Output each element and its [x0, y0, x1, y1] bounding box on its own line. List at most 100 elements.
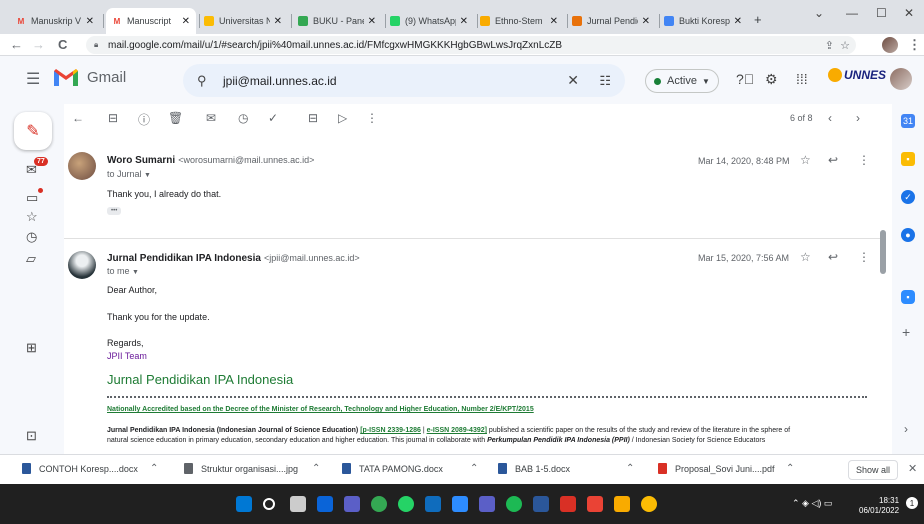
more-options-icon[interactable]: ⋮	[366, 111, 378, 125]
teams-chat-icon[interactable]	[344, 496, 360, 512]
search-options-icon[interactable]: ☷	[599, 73, 611, 89]
download-item[interactable]: Struktur organisasi....jpg	[184, 463, 298, 474]
main-menu-icon[interactable]: ☰	[26, 69, 40, 89]
snoozed-icon[interactable]: ◷	[26, 229, 37, 245]
spotify-icon[interactable]	[506, 496, 522, 512]
minimize-icon[interactable]: —	[846, 6, 858, 20]
download-options-chevron-icon[interactable]: ⌃	[312, 463, 320, 474]
zoom-app-icon[interactable]	[452, 496, 468, 512]
close-tab-icon[interactable]: ✕	[642, 16, 650, 27]
clear-search-icon[interactable]: ✕	[567, 72, 579, 89]
org-logo[interactable]: UNNES	[828, 68, 886, 82]
move-to-icon[interactable]: ⊟	[308, 111, 318, 125]
message-more-icon[interactable]: ⋮	[858, 250, 870, 264]
older-icon[interactable]: ›	[856, 111, 860, 125]
download-item[interactable]: TATA PAMONG.docx	[342, 463, 443, 474]
task-view-icon[interactable]	[290, 496, 306, 512]
browser-tab[interactable]: Jurnal Pendidi ✕	[566, 8, 656, 34]
close-tab-icon[interactable]: ✕	[734, 16, 742, 27]
address-bar[interactable]: 🔒︎ mail.google.com/mail/u/1/#search/jpii…	[86, 36, 856, 54]
reload-icon[interactable]: C	[58, 37, 67, 52]
sender-avatar[interactable]	[68, 152, 96, 180]
compose-button[interactable]: ✎	[14, 112, 52, 150]
meet-icon[interactable]: ⊡	[26, 428, 37, 444]
accreditation-link[interactable]: Nationally Accredited based on the Decre…	[107, 406, 534, 413]
close-downloads-icon[interactable]: ✕	[908, 462, 917, 475]
download-item[interactable]: CONTOH Koresp....docx	[22, 463, 138, 474]
download-options-chevron-icon[interactable]: ⌃	[626, 463, 634, 474]
browser-tab[interactable]: BUKU - Pane ✕	[292, 8, 382, 34]
details-chevron-icon[interactable]: ▼	[144, 172, 151, 179]
account-avatar[interactable]	[890, 68, 912, 90]
scrollbar-thumb[interactable]	[880, 230, 886, 274]
expand-panel-icon[interactable]: ›	[904, 422, 908, 436]
report-spam-icon[interactable]: ⓘ	[138, 111, 150, 128]
close-tab-icon[interactable]: ✕	[368, 16, 376, 27]
mark-unread-icon[interactable]: ✉	[206, 111, 216, 125]
search-input[interactable]: jpii@mail.unnes.ac.id	[223, 74, 337, 88]
download-item[interactable]: BAB 1-5.docx	[498, 463, 570, 474]
starred-icon[interactable]: ☆	[26, 209, 38, 225]
maximize-icon[interactable]: ☐	[876, 6, 887, 20]
tasks-icon[interactable]: ✓	[901, 190, 915, 204]
search-bar[interactable]: ⚲ jpii@mail.unnes.ac.id ✕ ☷	[183, 64, 625, 97]
close-tab-icon[interactable]: ✕	[460, 16, 468, 27]
settings-icon[interactable]: ⚙	[765, 71, 778, 88]
chrome-profile-icon[interactable]	[587, 496, 603, 512]
close-window-icon[interactable]: ✕	[904, 6, 914, 20]
bookmark-star-icon[interactable]: ☆	[840, 39, 850, 52]
browser-tab[interactable]: Bukti Koresp ✕	[658, 8, 748, 34]
support-icon[interactable]: ?⃝	[736, 71, 754, 87]
sender-avatar[interactable]	[68, 251, 96, 279]
back-icon[interactable]: ←	[10, 37, 23, 52]
word-icon[interactable]	[533, 496, 549, 512]
reply-icon[interactable]: ↩	[828, 153, 838, 167]
more-apps-icon[interactable]: ⊞	[26, 340, 37, 356]
eissn-link[interactable]: e-ISSN 2089-4392]	[427, 427, 487, 434]
browser-tab[interactable]: (9) WhatsApp ✕	[384, 8, 474, 34]
show-all-button[interactable]: Show all	[848, 460, 898, 480]
browser-menu-icon[interactable]: ⋮	[908, 37, 921, 53]
file-explorer-icon[interactable]	[614, 496, 630, 512]
teams-icon[interactable]	[479, 496, 495, 512]
pissn-link[interactable]: [p-ISSN 2339-1286	[360, 427, 421, 434]
start-icon[interactable]	[236, 496, 252, 512]
zoom-icon[interactable]: ▪	[901, 290, 915, 304]
gmail-logo[interactable]: Gmail	[54, 68, 126, 86]
download-options-chevron-icon[interactable]: ⌃	[470, 463, 478, 474]
star-icon[interactable]: ☆	[800, 250, 811, 264]
notification-badge-icon[interactable]: 1	[906, 497, 918, 509]
apps-grid-icon[interactable]: ⁞⁞⁞	[796, 71, 808, 87]
contacts-icon[interactable]: ●	[901, 228, 915, 242]
details-chevron-icon[interactable]: ▼	[132, 269, 139, 276]
status-selector[interactable]: Active ▼	[645, 69, 719, 93]
acrobat-icon[interactable]	[560, 496, 576, 512]
download-item[interactable]: Proposal_Sovi Juni....pdf	[658, 463, 775, 474]
tab-search-icon[interactable]: ⌄	[814, 6, 824, 20]
widgets-icon[interactable]	[317, 496, 333, 512]
add-addon-icon[interactable]: +	[902, 324, 910, 340]
trimmed-content-button[interactable]: •••	[107, 207, 122, 215]
chrome-icon[interactable]	[371, 496, 387, 512]
search-icon[interactable]: ⚲	[197, 73, 207, 89]
keep-icon[interactable]: ▪	[901, 152, 915, 166]
chat-icon[interactable]: ▭	[26, 190, 38, 206]
add-task-icon[interactable]: ✓	[268, 111, 278, 125]
new-tab-button[interactable]: +	[754, 12, 762, 27]
close-tab-icon[interactable]: ✕	[274, 16, 282, 27]
close-tab-icon[interactable]: ✕	[182, 16, 190, 27]
message-more-icon[interactable]: ⋮	[858, 153, 870, 167]
whatsapp-icon[interactable]	[398, 496, 414, 512]
label-icon[interactable]: ▷	[338, 111, 347, 125]
download-options-chevron-icon[interactable]: ⌃	[150, 463, 158, 474]
system-tray-icons[interactable]: ⌃ ◈ ◁) ▭	[792, 498, 832, 509]
reply-icon[interactable]: ↩	[828, 250, 838, 264]
star-icon[interactable]: ☆	[800, 153, 811, 167]
share-icon[interactable]: ⇪	[825, 39, 834, 52]
chrome-alt-icon[interactable]	[641, 496, 657, 512]
taskbar-clock[interactable]: 18:31 06/01/2022	[859, 496, 899, 516]
download-options-chevron-icon[interactable]: ⌃	[786, 463, 794, 474]
archive-icon[interactable]: ⊟	[108, 111, 118, 125]
browser-tab[interactable]: M Manuscript ✕	[106, 8, 196, 34]
profile-avatar-icon[interactable]	[882, 37, 898, 53]
